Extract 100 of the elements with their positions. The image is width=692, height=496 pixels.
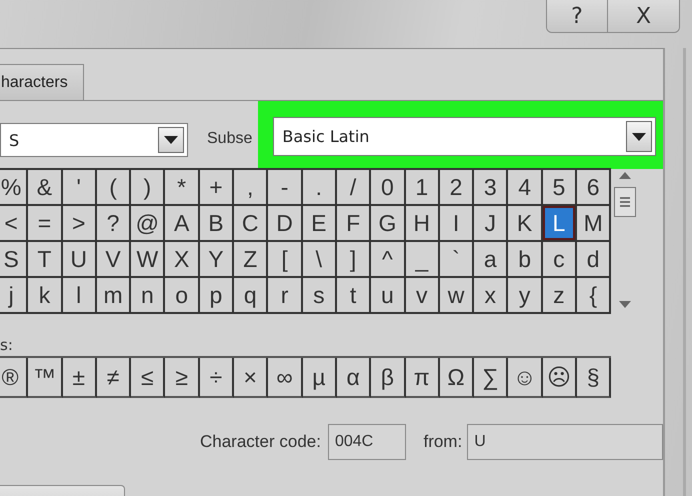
symbol-cell[interactable]: ± xyxy=(62,358,95,396)
symbol-cell[interactable]: ≥ xyxy=(165,358,198,396)
help-button[interactable]: ? xyxy=(547,0,607,32)
symbol-cell[interactable]: a xyxy=(474,242,506,276)
symbol-cell[interactable]: H xyxy=(406,206,438,240)
symbol-cell[interactable]: B xyxy=(200,206,232,240)
symbol-cell[interactable]: ^ xyxy=(371,242,404,276)
symbol-cell[interactable]: d xyxy=(577,242,610,276)
symbol-cell[interactable]: ∞ xyxy=(268,358,301,396)
symbol-cell[interactable]: < xyxy=(0,206,26,240)
symbol-cell[interactable]: 5 xyxy=(542,170,576,204)
symbol-cell[interactable]: D xyxy=(268,206,301,240)
symbol-cell[interactable]: × xyxy=(234,358,266,396)
symbol-cell[interactable]: F xyxy=(336,206,370,240)
symbol-cell[interactable]: E xyxy=(302,206,335,240)
symbol-cell[interactable]: w xyxy=(440,278,472,312)
symbol-cell[interactable]: & xyxy=(28,170,61,204)
symbol-cell[interactable]: A xyxy=(165,206,198,240)
symbol-cell[interactable]: ≤ xyxy=(131,358,164,396)
scroll-thumb[interactable] xyxy=(614,187,636,217)
symbol-cell[interactable]: ' xyxy=(62,170,95,204)
symbol-cell[interactable]: . xyxy=(302,170,335,204)
tab[interactable]: haracters xyxy=(0,64,84,100)
symbol-cell[interactable]: V xyxy=(96,242,130,276)
symbol-cell[interactable]: = xyxy=(28,206,61,240)
symbol-cell[interactable]: @ xyxy=(131,206,164,240)
symbol-cell[interactable]: µ xyxy=(302,358,335,396)
symbol-cell[interactable]: W xyxy=(131,242,164,276)
symbol-cell[interactable]: c xyxy=(542,242,576,276)
symbol-cell[interactable]: q xyxy=(234,278,266,312)
symbol-cell[interactable]: z xyxy=(542,278,576,312)
close-button[interactable]: X xyxy=(607,0,679,32)
symbol-cell[interactable]: S xyxy=(0,242,26,276)
symbol-cell[interactable]: § xyxy=(577,358,610,396)
symbol-cell[interactable]: Ω xyxy=(440,358,472,396)
symbol-cell[interactable]: , xyxy=(234,170,266,204)
symbol-cell[interactable]: _ xyxy=(406,242,438,276)
font-dropdown[interactable]: S xyxy=(0,123,188,157)
symbol-cell[interactable]: % xyxy=(0,170,26,204)
symbol-cell[interactable]: C xyxy=(234,206,266,240)
symbol-cell[interactable]: + xyxy=(200,170,232,204)
symbol-cell[interactable]: α xyxy=(336,358,370,396)
symbol-cell[interactable]: K xyxy=(508,206,541,240)
symbol-cell[interactable]: y xyxy=(508,278,541,312)
symbol-cell[interactable]: Z xyxy=(234,242,266,276)
symbol-cell[interactable]: ` xyxy=(440,242,472,276)
symbol-cell[interactable]: T xyxy=(28,242,61,276)
symbol-cell[interactable]: t xyxy=(336,278,370,312)
symbol-cell[interactable]: 2 xyxy=(440,170,472,204)
scroll-down-icon[interactable] xyxy=(619,301,632,308)
symbol-cell[interactable]: l xyxy=(62,278,95,312)
symbol-cell[interactable]: ÷ xyxy=(200,358,232,396)
symbol-cell[interactable]: r xyxy=(268,278,301,312)
from-dropdown[interactable]: U xyxy=(467,424,663,460)
symbol-cell[interactable]: I xyxy=(440,206,472,240)
symbol-cell[interactable]: / xyxy=(336,170,370,204)
symbol-cell[interactable]: U xyxy=(62,242,95,276)
symbol-cell[interactable]: ☹ xyxy=(542,358,576,396)
symbol-cell[interactable]: s xyxy=(302,278,335,312)
symbol-cell[interactable]: π xyxy=(406,358,438,396)
symbol-cell[interactable]: 0 xyxy=(371,170,404,204)
symbol-cell[interactable]: 1 xyxy=(406,170,438,204)
subset-dropdown[interactable]: Basic Latin xyxy=(273,117,656,156)
symbol-cell[interactable]: ) xyxy=(131,170,164,204)
symbol-cell[interactable]: ™ xyxy=(28,358,61,396)
symbol-cell[interactable]: > xyxy=(62,206,95,240)
symbol-cell[interactable]: k xyxy=(28,278,61,312)
character-code-field[interactable]: 004C xyxy=(328,424,406,460)
symbol-cell[interactable]: p xyxy=(200,278,232,312)
symbol-cell[interactable]: X xyxy=(165,242,198,276)
symbol-cell[interactable]: ® xyxy=(0,358,26,396)
symbol-cell[interactable]: ∑ xyxy=(474,358,506,396)
symbol-cell[interactable]: 4 xyxy=(508,170,541,204)
symbol-cell[interactable]: { xyxy=(577,278,610,312)
symbol-cell[interactable]: \ xyxy=(302,242,335,276)
symbol-cell[interactable]: M xyxy=(577,206,610,240)
symbol-cell[interactable]: x xyxy=(474,278,506,312)
symbol-cell[interactable]: b xyxy=(508,242,541,276)
symbol-cell[interactable]: [ xyxy=(268,242,301,276)
symbol-cell[interactable]: m xyxy=(96,278,130,312)
symbol-cell[interactable]: ? xyxy=(96,206,130,240)
symbol-cell[interactable]: ☺ xyxy=(508,358,541,396)
symbol-cell[interactable]: Y xyxy=(200,242,232,276)
symbol-cell[interactable]: o xyxy=(165,278,198,312)
symbol-cell[interactable]: ≠ xyxy=(96,358,130,396)
scroll-up-icon[interactable] xyxy=(619,172,632,179)
symbol-cell[interactable]: * xyxy=(165,170,198,204)
symbol-cell[interactable]: 3 xyxy=(474,170,506,204)
symbol-cell[interactable]: n xyxy=(131,278,164,312)
symbol-cell[interactable]: L xyxy=(542,206,576,240)
symbol-cell[interactable]: ( xyxy=(96,170,130,204)
symbol-cell[interactable]: J xyxy=(474,206,506,240)
symbol-cell[interactable]: j xyxy=(0,278,26,312)
symbol-cell[interactable]: v xyxy=(406,278,438,312)
symbol-cell[interactable]: - xyxy=(268,170,301,204)
symbol-cell[interactable]: 6 xyxy=(577,170,610,204)
symbol-cell[interactable]: β xyxy=(371,358,404,396)
symbol-cell[interactable]: u xyxy=(371,278,404,312)
symbol-cell[interactable]: ] xyxy=(336,242,370,276)
symbol-cell[interactable]: G xyxy=(371,206,404,240)
